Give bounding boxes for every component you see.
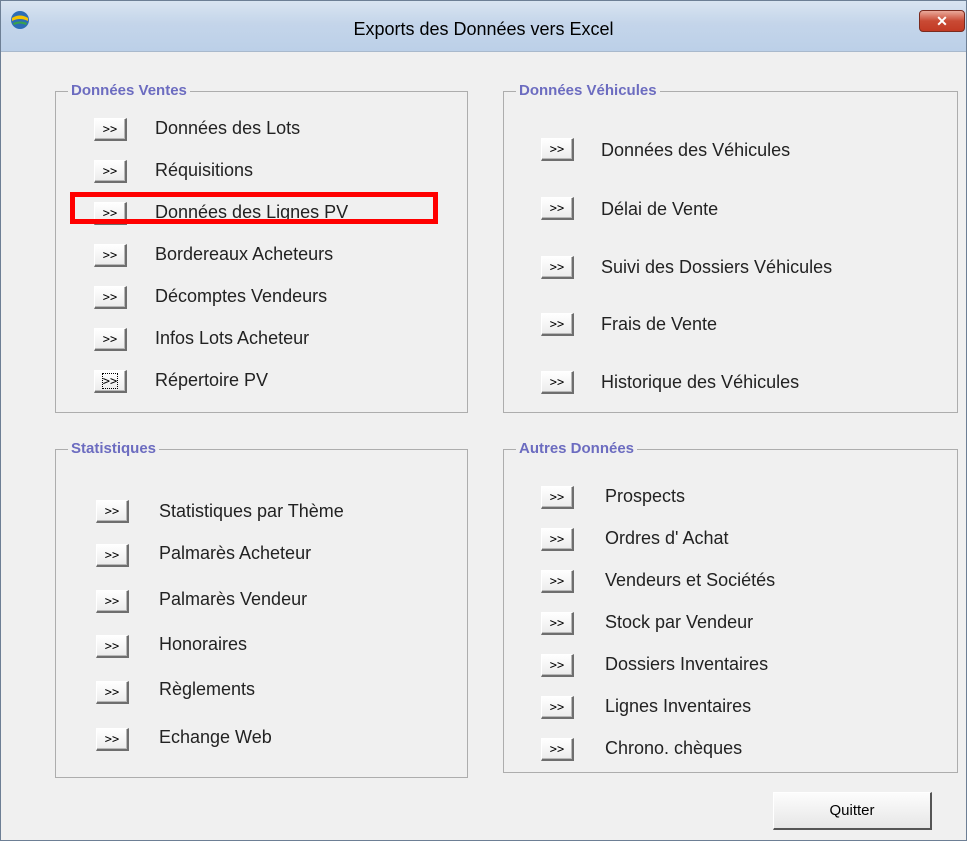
label-echange-web: Echange Web xyxy=(159,727,272,747)
export-button-delai-vente[interactable]: >> xyxy=(541,197,574,220)
label-palmares-vendeur: Palmarès Vendeur xyxy=(159,589,308,609)
group-legend: Données Ventes xyxy=(68,82,190,99)
label-infos-lots-acheteur: Infos Lots Acheteur xyxy=(155,328,310,348)
group-legend: Statistiques xyxy=(68,440,160,457)
label-suivi-dossiers: Suivi des Dossiers Véhicules xyxy=(601,257,833,277)
label-donnees-lots: Données des Lots xyxy=(155,118,301,138)
export-button-decomptes-vendeurs[interactable]: >> xyxy=(94,286,127,309)
label-donnees-vehicules: Données des Véhicules xyxy=(601,140,791,160)
export-button-donnees-vehicules[interactable]: >> xyxy=(541,138,574,161)
label-reglements: Règlements xyxy=(159,679,256,699)
export-button-suivi-dossiers[interactable]: >> xyxy=(541,256,574,279)
label-dossiers-inventaires: Dossiers Inventaires xyxy=(605,654,769,674)
export-button-palmares-acheteur[interactable]: >> xyxy=(96,544,129,567)
window-title: Exports des Données vers Excel xyxy=(353,19,614,39)
label-stock-vendeur: Stock par Vendeur xyxy=(605,612,754,632)
export-button-donnees-lots[interactable]: >> xyxy=(94,118,127,141)
export-button-chrono-cheques[interactable]: >> xyxy=(541,738,574,761)
export-button-stock-vendeur[interactable]: >> xyxy=(541,612,574,635)
label-requisitions: Réquisitions xyxy=(155,160,254,180)
group-legend: Autres Données xyxy=(516,440,638,457)
label-ordres-achat: Ordres d' Achat xyxy=(605,528,729,548)
label-statistiques-theme: Statistiques par Thème xyxy=(159,501,344,521)
export-button-repertoire-pv[interactable]: >> xyxy=(94,370,127,393)
export-button-infos-lots-acheteur[interactable]: >> xyxy=(94,328,127,351)
group-legend: Données Véhicules xyxy=(516,82,660,99)
label-chrono-cheques: Chrono. chèques xyxy=(605,738,743,758)
label-palmares-acheteur: Palmarès Acheteur xyxy=(159,543,312,563)
export-button-honoraires[interactable]: >> xyxy=(96,635,129,658)
title-bar[interactable]: Exports des Données vers Excel ✕ xyxy=(1,1,966,52)
label-repertoire-pv: Répertoire PV xyxy=(155,370,269,390)
label-vendeurs-societes: Vendeurs et Sociétés xyxy=(605,570,776,590)
export-button-historique-vehicules[interactable]: >> xyxy=(541,371,574,394)
label-lignes-inventaires: Lignes Inventaires xyxy=(605,696,752,716)
export-button-echange-web[interactable]: >> xyxy=(96,728,129,751)
label-decomptes-vendeurs: Décomptes Vendeurs xyxy=(155,286,328,306)
export-button-statistiques-theme[interactable]: >> xyxy=(96,500,129,523)
export-button-lignes-inventaires[interactable]: >> xyxy=(541,696,574,719)
label-delai-vente: Délai de Vente xyxy=(601,199,719,219)
export-button-dossiers-inventaires[interactable]: >> xyxy=(541,654,574,677)
label-bordereaux-acheteurs: Bordereaux Acheteurs xyxy=(155,244,334,264)
quit-button[interactable]: Quitter xyxy=(773,792,932,830)
highlight-box xyxy=(70,192,438,224)
label-prospects: Prospects xyxy=(605,486,686,506)
export-button-requisitions[interactable]: >> xyxy=(94,160,127,183)
export-button-vendeurs-societes[interactable]: >> xyxy=(541,570,574,593)
close-icon: ✕ xyxy=(936,13,948,29)
export-button-frais-vente[interactable]: >> xyxy=(541,313,574,336)
export-button-prospects[interactable]: >> xyxy=(541,486,574,509)
export-button-ordres-achat[interactable]: >> xyxy=(541,528,574,551)
export-button-bordereaux-acheteurs[interactable]: >> xyxy=(94,244,127,267)
label-honoraires: Honoraires xyxy=(159,634,248,654)
label-historique-vehicules: Historique des Véhicules xyxy=(601,372,800,392)
export-button-reglements[interactable]: >> xyxy=(96,681,129,704)
close-button[interactable]: ✕ xyxy=(919,10,965,32)
label-frais-vente: Frais de Vente xyxy=(601,314,718,334)
export-button-palmares-vendeur[interactable]: >> xyxy=(96,590,129,613)
